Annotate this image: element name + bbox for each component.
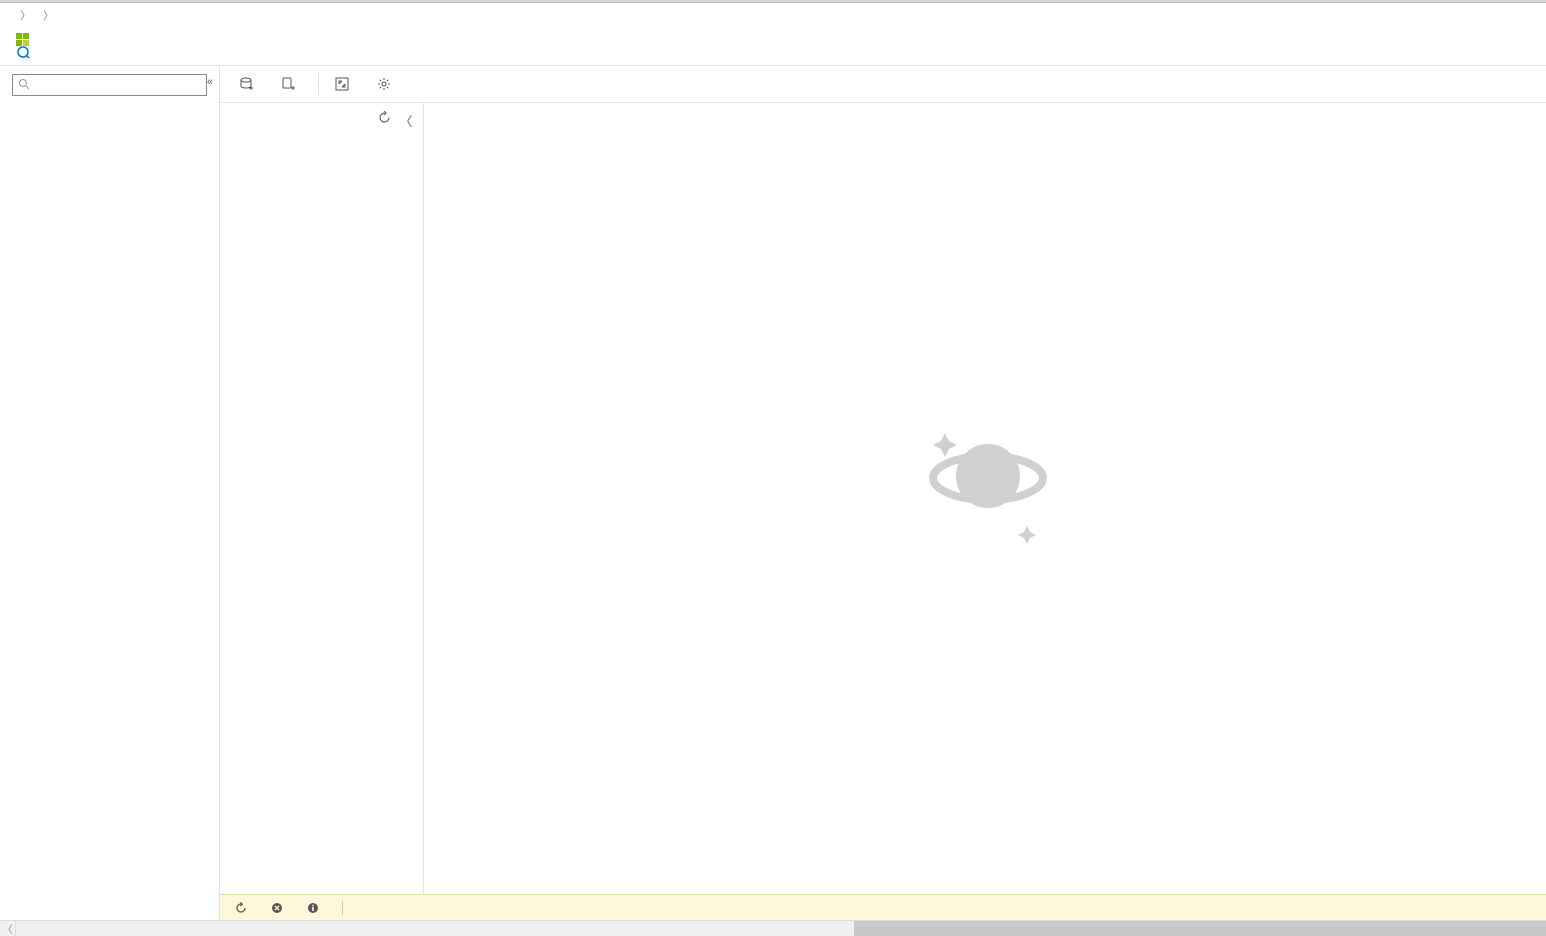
search-icon <box>18 78 30 90</box>
database-plus-icon <box>240 77 254 91</box>
settings-button[interactable] <box>367 72 407 96</box>
scroll-left-icon[interactable]: 〈 <box>0 921 16 936</box>
collection-plus-icon <box>282 77 296 91</box>
page-header <box>0 29 1546 65</box>
scrollbar-thumb[interactable] <box>854 921 1546 936</box>
tree-panel: 〈 <box>220 103 424 894</box>
status-refresh[interactable] <box>234 901 252 914</box>
welcome-panel <box>424 103 1546 894</box>
error-icon <box>270 901 283 914</box>
toolbar <box>220 66 1546 103</box>
status-info[interactable] <box>306 901 324 914</box>
new-collection-button[interactable] <box>272 72 312 96</box>
info-icon <box>306 901 319 914</box>
planet-icon <box>910 418 1060 548</box>
sidebar: « <box>0 66 220 920</box>
horizontal-scrollbar[interactable]: 〈 <box>0 920 1546 936</box>
search-input[interactable] <box>12 74 207 96</box>
sidebar-search <box>0 66 219 104</box>
status-bar <box>220 894 1546 920</box>
collapse-tree-icon[interactable]: 〈 <box>399 111 413 130</box>
gear-icon <box>377 77 391 91</box>
refresh-tree-icon[interactable] <box>378 111 391 130</box>
toolbar-separator <box>318 73 319 95</box>
status-errors[interactable] <box>270 901 288 914</box>
refresh-icon <box>234 901 247 914</box>
open-full-screen-button[interactable] <box>325 72 365 96</box>
fullscreen-icon <box>335 77 349 91</box>
chevron-right-icon: 〉 <box>43 7 54 23</box>
new-database-button[interactable] <box>230 72 270 96</box>
cosmosdb-icon <box>14 31 42 59</box>
chevron-right-icon: 〉 <box>20 7 31 23</box>
breadcrumb: 〉 〉 <box>0 3 1546 29</box>
status-separator <box>342 901 343 915</box>
